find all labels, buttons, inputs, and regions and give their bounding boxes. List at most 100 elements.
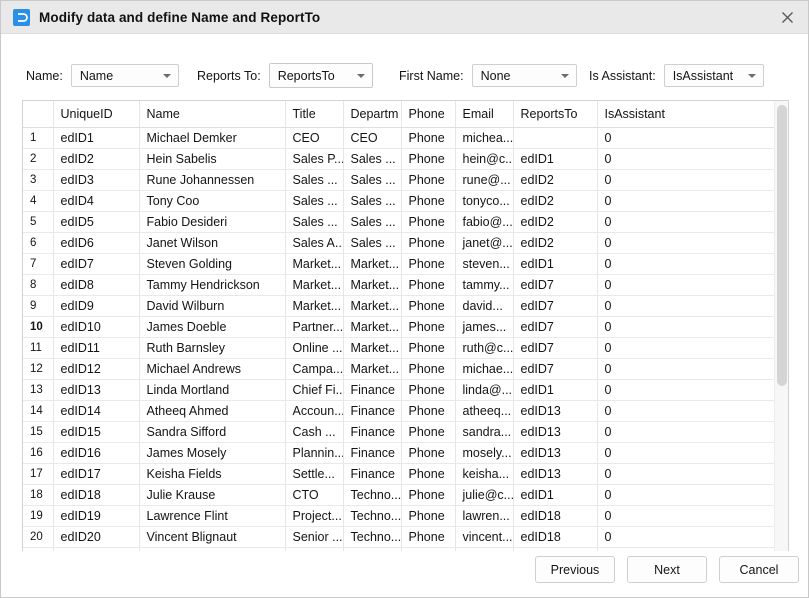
cell-isassistant[interactable]: 0 [597,253,775,275]
column-header-reportsto[interactable]: ReportsTo [513,101,598,128]
row-number[interactable]: 10 [23,316,54,338]
cell-department[interactable]: Market... [343,253,402,275]
dropdown-is-assistant[interactable]: IsAssistant [663,64,764,87]
cell-name[interactable]: James Mosely [139,442,286,464]
table-row[interactable]: 4 edID4 Tony Coo Sales ... Sales ... Phone ton… [23,190,775,212]
cell-uniqueid[interactable]: edID10 [53,316,140,338]
cell-name[interactable]: James Doeble [139,316,286,338]
cell-department[interactable]: Finance [343,442,402,464]
cell-name[interactable]: Tony Coo [139,190,286,212]
cell-email[interactable]: linda@... [455,379,514,401]
cell-department[interactable]: Finance [343,463,402,485]
next-button[interactable]: Next [627,556,707,583]
row-number[interactable]: 12 [23,358,54,380]
cell-reportsto[interactable]: edID7 [513,274,598,296]
cell-email[interactable]: fabio@... [455,211,514,233]
row-number[interactable]: 6 [23,232,54,254]
cell-name[interactable]: Keisha Fields [139,463,286,485]
cell-reportsto[interactable]: edID7 [513,337,598,359]
cell-phone[interactable]: Phone [401,379,456,401]
row-number[interactable]: 7 [23,253,54,275]
cell-reportsto[interactable]: edID13 [513,421,598,443]
cell-name[interactable]: Atheeq Ahmed [139,400,286,422]
table-row[interactable]: 11 edID11 Ruth Barnsley Online ... Market...… [23,337,775,359]
cell-email[interactable]: janet@... [455,232,514,254]
cell-department[interactable]: Market... [343,358,402,380]
cell-uniqueid[interactable]: edID12 [53,358,140,380]
cell-title[interactable]: Chief Fi... [285,379,344,401]
cell-uniqueid[interactable]: edID2 [53,148,140,170]
cell-email[interactable]: david... [455,295,514,317]
cell-department[interactable]: Finance [343,421,402,443]
cell-phone[interactable]: Phone [401,211,456,233]
cell-isassistant[interactable]: 0 [597,463,775,485]
cell-email[interactable]: julie@c... [455,484,514,506]
cell-title[interactable]: Accoun... [285,400,344,422]
row-number[interactable]: 1 [23,127,54,149]
row-number[interactable]: 19 [23,505,54,527]
row-number[interactable]: 2 [23,148,54,170]
cell-reportsto[interactable]: edID7 [513,316,598,338]
cell-uniqueid[interactable]: edID17 [53,463,140,485]
close-icon[interactable] [764,1,808,33]
previous-button[interactable]: Previous [535,556,615,583]
row-number[interactable]: 16 [23,442,54,464]
cell-uniqueid[interactable]: edID11 [53,337,140,359]
cell-email[interactable]: michae... [455,358,514,380]
cell-email[interactable]: hein@c... [455,148,514,170]
cell-reportsto[interactable] [513,127,598,149]
cell-reportsto[interactable]: edID1 [513,148,598,170]
cell-isassistant[interactable]: 0 [597,148,775,170]
cell-department[interactable]: Finance [343,400,402,422]
cell-phone[interactable]: Phone [401,127,456,149]
cell-title[interactable]: Settle... [285,463,344,485]
cell-email[interactable]: ruth@c... [455,337,514,359]
cell-uniqueid[interactable]: edID20 [53,526,140,548]
cell-uniqueid[interactable]: edID19 [53,505,140,527]
row-number[interactable]: 20 [23,526,54,548]
cell-isassistant[interactable]: 0 [597,484,775,506]
cell-department[interactable]: Sales ... [343,211,402,233]
table-row[interactable]: 13 edID13 Linda Mortland Chief Fi... Finance… [23,379,775,401]
cell-email[interactable]: rune@... [455,169,514,191]
cell-reportsto[interactable]: edID13 [513,463,598,485]
cell-email[interactable]: vincent... [455,526,514,548]
cell-title[interactable]: Online ... [285,337,344,359]
cell-title[interactable]: Sales ... [285,190,344,212]
row-number[interactable]: 14 [23,400,54,422]
row-number[interactable]: 4 [23,190,54,212]
cell-email[interactable]: tonyco... [455,190,514,212]
table-row[interactable]: 1 edID1 Michael Demker CEO CEO Phone michea...… [23,127,775,149]
cell-department[interactable]: Market... [343,274,402,296]
cell-department[interactable]: CEO [343,127,402,149]
cell-isassistant[interactable]: 0 [597,190,775,212]
row-number[interactable]: 5 [23,211,54,233]
cell-name[interactable]: Julie Krause [139,484,286,506]
cell-title[interactable]: CTO [285,484,344,506]
cell-phone[interactable]: Phone [401,337,456,359]
cell-isassistant[interactable]: 0 [597,127,775,149]
cell-email[interactable]: sandra... [455,421,514,443]
cell-reportsto[interactable]: edID1 [513,484,598,506]
cell-phone[interactable]: Phone [401,274,456,296]
cell-title[interactable]: Plannin... [285,442,344,464]
cell-isassistant[interactable]: 0 [597,232,775,254]
column-header-email[interactable]: Email [455,101,514,128]
row-number[interactable]: 17 [23,463,54,485]
cell-phone[interactable]: Phone [401,442,456,464]
cell-name[interactable]: Sandra Sifford [139,421,286,443]
cell-isassistant[interactable]: 0 [597,295,775,317]
cell-isassistant[interactable]: 0 [597,316,775,338]
cell-department[interactable]: Market... [343,316,402,338]
table-row[interactable]: 6 edID6 Janet Wilson Sales A... Sales ... Pho… [23,232,775,254]
cancel-button[interactable]: Cancel [719,556,799,583]
cell-isassistant[interactable]: 0 [597,505,775,527]
cell-email[interactable]: keisha... [455,463,514,485]
column-header-rownum[interactable] [23,101,54,128]
row-number[interactable]: 3 [23,169,54,191]
column-header-title[interactable]: Title [285,101,344,128]
cell-email[interactable]: michea... [455,127,514,149]
table-row[interactable]: 19 edID19 Lawrence Flint Project... Techno..… [23,505,775,527]
vertical-scrollbar-thumb[interactable] [777,105,787,386]
cell-name[interactable]: Michael Andrews [139,358,286,380]
